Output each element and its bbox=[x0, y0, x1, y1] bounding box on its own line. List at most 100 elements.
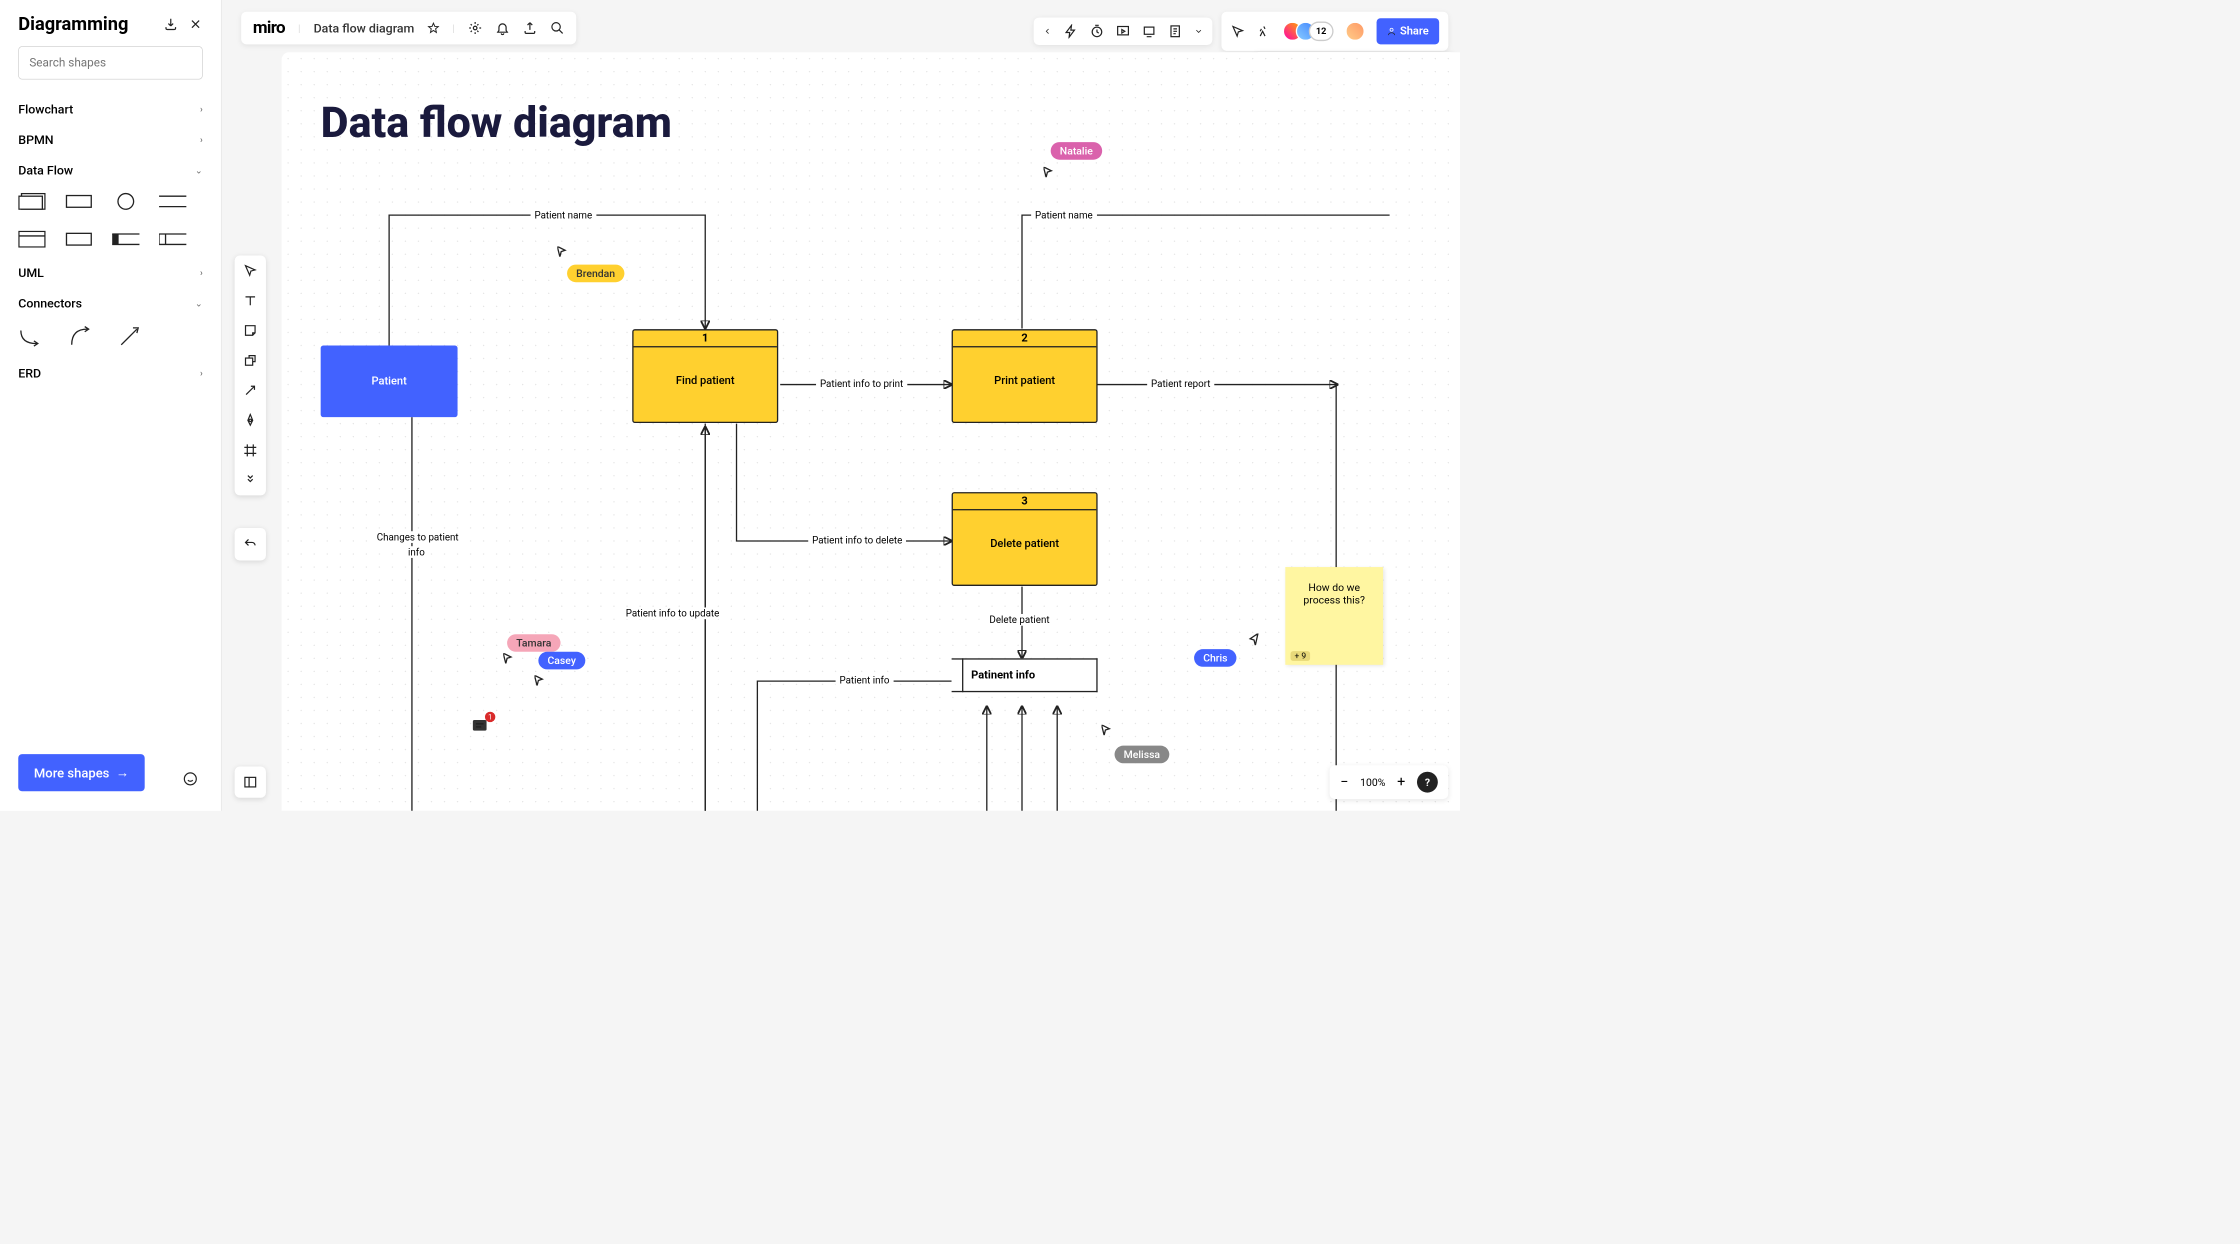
dataflow-shapes bbox=[18, 186, 202, 258]
diagram-canvas[interactable]: Data flow diagram Patient 1 Find patie bbox=[282, 52, 1460, 811]
search-shapes-input[interactable] bbox=[18, 46, 202, 79]
more-tools-icon[interactable] bbox=[243, 473, 257, 487]
pen-tool-icon[interactable] bbox=[243, 413, 257, 427]
avatar-me[interactable] bbox=[1345, 22, 1365, 42]
node-number: 2 bbox=[953, 330, 1096, 347]
zoom-level[interactable]: 100% bbox=[1360, 776, 1385, 788]
help-button[interactable]: ? bbox=[1417, 772, 1438, 793]
cursor-icon[interactable] bbox=[1231, 24, 1245, 38]
cursor-arrow-tamara bbox=[503, 653, 513, 663]
star-icon[interactable] bbox=[427, 22, 439, 34]
shape-external-entity[interactable] bbox=[18, 192, 45, 210]
diagramming-sidebar: Diagramming Flowchart› BPMN› Data Flow⌄ … bbox=[0, 0, 222, 811]
node-patient[interactable]: Patient bbox=[321, 345, 458, 417]
edge-label: Patient info to print bbox=[816, 378, 907, 390]
category-bpmn[interactable]: BPMN› bbox=[18, 124, 202, 155]
cursor-arrow-natalie bbox=[1044, 167, 1054, 177]
select-tool-icon[interactable] bbox=[243, 263, 257, 277]
more-shapes-button[interactable]: More shapes→ bbox=[18, 754, 144, 791]
arrow-tool-icon[interactable] bbox=[243, 383, 257, 397]
edge-label: Patient info to delete bbox=[808, 534, 906, 546]
connector-elbow[interactable] bbox=[18, 325, 41, 348]
settings-icon[interactable] bbox=[468, 21, 482, 35]
reactions-icon[interactable] bbox=[1257, 24, 1271, 38]
edge-label: Changes to patient bbox=[373, 531, 463, 543]
panel-toggle-button[interactable] bbox=[235, 767, 266, 798]
category-flowchart[interactable]: Flowchart› bbox=[18, 94, 202, 125]
edge-label: Patient name bbox=[1031, 209, 1097, 221]
edge-label: Patient name bbox=[531, 209, 597, 221]
cursor-arrow-casey bbox=[534, 675, 544, 685]
shape-datastore-closed[interactable] bbox=[159, 230, 186, 248]
undo-icon[interactable] bbox=[243, 537, 257, 551]
shape-circle[interactable] bbox=[112, 192, 139, 210]
sticky-tool-icon[interactable] bbox=[243, 323, 257, 337]
category-uml[interactable]: UML› bbox=[18, 257, 202, 288]
shape-rect[interactable] bbox=[65, 192, 92, 210]
timer-icon[interactable] bbox=[1090, 24, 1104, 38]
cursor-melissa: Melissa bbox=[1115, 746, 1170, 764]
cursor-tamara: Tamara bbox=[507, 634, 560, 652]
apps-group bbox=[1034, 18, 1213, 45]
node-number: 1 bbox=[634, 330, 777, 347]
feedback-icon[interactable] bbox=[183, 772, 197, 786]
sticky-text: How do we process this? bbox=[1303, 581, 1365, 606]
node-find-patient[interactable]: 1 Find patient bbox=[632, 329, 778, 423]
edge-label: Delete patient bbox=[986, 614, 1054, 626]
cursor-arrow-melissa bbox=[1102, 725, 1112, 735]
node-label: Print patient bbox=[994, 374, 1055, 387]
chevron-down-icon[interactable] bbox=[1194, 24, 1203, 38]
edge-label: Patient info to update bbox=[622, 607, 723, 619]
miro-logo[interactable]: miro bbox=[253, 18, 285, 38]
connector-curve[interactable] bbox=[68, 325, 91, 348]
sidebar-title: Diagramming bbox=[18, 13, 128, 35]
bell-icon[interactable] bbox=[495, 21, 509, 35]
chevron-left-icon[interactable] bbox=[1043, 24, 1052, 38]
edge-label: info bbox=[404, 546, 429, 558]
zoom-out-button[interactable]: − bbox=[1340, 774, 1348, 790]
shape-datastore-open[interactable] bbox=[159, 192, 186, 210]
canvas-toolbar bbox=[235, 256, 266, 496]
sticky-note[interactable]: How do we process this? + 9 bbox=[1285, 567, 1383, 665]
node-label: Delete patient bbox=[990, 537, 1059, 550]
category-erd[interactable]: ERD› bbox=[18, 358, 202, 389]
edge-label: Patient info bbox=[836, 675, 894, 687]
notes-icon[interactable] bbox=[1168, 24, 1182, 38]
connector-straight[interactable] bbox=[117, 325, 140, 348]
present-icon[interactable] bbox=[1116, 24, 1130, 38]
category-connectors[interactable]: Connectors⌄ bbox=[18, 288, 202, 319]
panel-icon bbox=[243, 775, 257, 789]
frame-tool-icon[interactable] bbox=[243, 443, 257, 457]
bolt-icon[interactable] bbox=[1064, 24, 1078, 38]
text-tool-icon[interactable] bbox=[243, 293, 257, 307]
shape-tool-icon[interactable] bbox=[243, 353, 257, 367]
comment-pin[interactable]: 1 bbox=[471, 717, 491, 737]
node-patient-info[interactable]: Patinent info bbox=[952, 658, 1098, 692]
undo-toolbar bbox=[235, 528, 266, 561]
shape-process-header[interactable] bbox=[18, 230, 45, 248]
export-icon[interactable] bbox=[522, 21, 536, 35]
shape-rect2[interactable] bbox=[65, 230, 92, 248]
node-delete-patient[interactable]: 3 Delete patient bbox=[952, 492, 1098, 586]
cursor-arrow-brendan bbox=[557, 246, 567, 256]
sticky-reactions-badge[interactable]: + 9 bbox=[1291, 651, 1311, 661]
search-icon[interactable] bbox=[550, 21, 564, 35]
cursor-casey: Casey bbox=[538, 652, 585, 670]
share-button[interactable]: Share bbox=[1377, 18, 1440, 44]
category-dataflow[interactable]: Data Flow⌄ bbox=[18, 155, 202, 186]
shape-datastore-left[interactable] bbox=[112, 230, 139, 248]
board-name[interactable]: Data flow diagram bbox=[314, 21, 415, 36]
zoom-in-button[interactable]: + bbox=[1397, 774, 1405, 790]
close-icon[interactable] bbox=[188, 17, 202, 31]
edge-label: Patient report bbox=[1147, 378, 1214, 390]
cursor-brendan: Brendan bbox=[567, 265, 624, 283]
avatar-count[interactable]: 12 bbox=[1309, 22, 1334, 42]
topbar-right: 12 Share bbox=[1034, 12, 1449, 51]
node-number: 3 bbox=[953, 493, 1096, 510]
node-print-patient[interactable]: 2 Print patient bbox=[952, 329, 1098, 423]
cursor-chris: Chris bbox=[1194, 649, 1237, 667]
comment-count-badge: 1 bbox=[485, 712, 495, 722]
slides-icon[interactable] bbox=[1142, 24, 1156, 38]
import-icon[interactable] bbox=[164, 17, 178, 31]
collab-group: 12 Share bbox=[1221, 12, 1448, 51]
